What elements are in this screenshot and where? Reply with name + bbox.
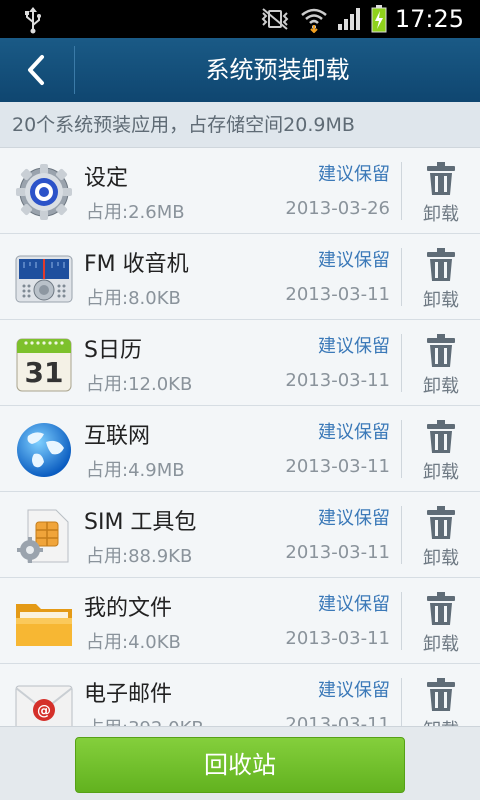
advice-label: 建议保留: [318, 422, 390, 443]
uninstall-button[interactable]: 卸载: [402, 234, 480, 320]
chevron-left-icon: [28, 55, 44, 85]
app-header: 系统预装卸载: [0, 38, 480, 102]
app-size: 占用:88.9KB: [86, 546, 193, 567]
bottom-bar: 回收站: [0, 726, 480, 800]
app-name: SIM 工具包: [84, 510, 197, 535]
list-item[interactable]: 设定 占用:2.6MB 建议保留 2013-03-26 卸载: [0, 148, 480, 234]
list-item[interactable]: 互联网 占用:4.9MB 建议保留 2013-03-11 卸载: [0, 406, 480, 492]
install-date: 2013-03-11: [285, 456, 390, 477]
list-item[interactable]: 我的文件 占用:4.0KB 建议保留 2013-03-11 卸载: [0, 578, 480, 664]
app-list[interactable]: 设定 占用:2.6MB 建议保留 2013-03-26 卸载 FM 收音机 占用…: [0, 148, 480, 726]
app-name: 电子邮件: [84, 682, 173, 707]
trash-icon: [427, 248, 455, 281]
advice-label: 建议保留: [318, 680, 390, 701]
status-bar: 17:25: [0, 0, 480, 38]
install-date: 2013-03-26: [285, 198, 390, 219]
list-item[interactable]: 31 S日历 占用:12.0KB 建议保留 2013-03-11 卸载: [0, 320, 480, 406]
calendar-icon-day: 31: [25, 356, 64, 389]
summary-text: 20个系统预装应用，占存储空间20.9MB: [0, 102, 480, 148]
app-size: 占用:2.6MB: [86, 202, 185, 223]
clock: 17:25: [394, 5, 464, 33]
uninstall-label: 卸载: [423, 376, 459, 397]
radio-icon: [15, 255, 73, 303]
install-date: 2013-03-11: [285, 714, 390, 726]
list-item[interactable]: FM 收音机 占用:8.0KB 建议保留 2013-03-11 卸载: [0, 234, 480, 320]
advice-label: 建议保留: [318, 250, 390, 271]
install-date: 2013-03-11: [285, 370, 390, 391]
uninstall-button[interactable]: 卸载: [402, 320, 480, 406]
app-size: 占用:12.0KB: [86, 374, 193, 395]
app-name: 设定: [84, 166, 129, 191]
trash-icon: [427, 420, 455, 453]
install-date: 2013-03-11: [285, 284, 390, 305]
calendar-icon: 31: [16, 338, 72, 392]
uninstall-button[interactable]: 卸载: [402, 578, 480, 664]
trash-icon: [427, 334, 455, 367]
svg-text:@: @: [37, 703, 51, 719]
battery-charging-icon: [371, 5, 387, 33]
sim-toolkit-icon: [17, 509, 69, 563]
signal-icon: [337, 8, 360, 30]
email-icon: @: [15, 685, 73, 726]
uninstall-label: 卸载: [423, 462, 459, 483]
install-date: 2013-03-11: [285, 628, 390, 649]
settings-icon: [16, 164, 72, 220]
advice-label: 建议保留: [318, 336, 390, 357]
app-size: 占用:4.9MB: [86, 460, 185, 481]
app-name: FM 收音机: [84, 252, 189, 277]
folder-icon: [16, 604, 72, 646]
list-item[interactable]: @ 电子邮件 占用:392.0KB 建议保留 2013-03-11 卸载: [0, 664, 480, 726]
app-name: 互联网: [84, 424, 151, 449]
trash-icon: [427, 678, 455, 711]
vibrate-mute-icon: [261, 8, 289, 30]
advice-label: 建议保留: [318, 164, 390, 185]
list-item[interactable]: SIM 工具包 占用:88.9KB 建议保留 2013-03-11 卸载: [0, 492, 480, 578]
app-size: 占用:392.0KB: [86, 714, 204, 726]
uninstall-button[interactable]: 卸载: [402, 664, 480, 726]
advice-label: 建议保留: [318, 508, 390, 529]
uninstall-label: 卸载: [423, 634, 459, 655]
trash-icon: [427, 506, 455, 539]
install-date: 2013-03-11: [285, 542, 390, 563]
trash-icon: [427, 162, 455, 195]
page-title: 系统预装卸载: [205, 56, 350, 84]
uninstall-button[interactable]: 卸载: [402, 148, 480, 234]
uninstall-label: 卸载: [423, 204, 459, 225]
wifi-icon: [301, 8, 327, 33]
globe-icon: [17, 423, 71, 477]
uninstall-button[interactable]: 卸载: [402, 406, 480, 492]
trash-icon: [427, 592, 455, 625]
uninstall-label: 卸载: [423, 290, 459, 311]
uninstall-button[interactable]: 卸载: [402, 492, 480, 578]
recycle-bin-button[interactable]: 回收站: [75, 737, 405, 793]
app-size: 占用:8.0KB: [86, 288, 181, 309]
back-button[interactable]: [0, 38, 72, 102]
app-name: S日历: [84, 338, 142, 363]
app-name: 我的文件: [84, 596, 173, 621]
app-size: 占用:4.0KB: [86, 632, 181, 653]
usb-icon: [25, 7, 41, 34]
uninstall-label: 卸载: [402, 716, 480, 726]
advice-label: 建议保留: [318, 594, 390, 615]
uninstall-label: 卸载: [423, 548, 459, 569]
